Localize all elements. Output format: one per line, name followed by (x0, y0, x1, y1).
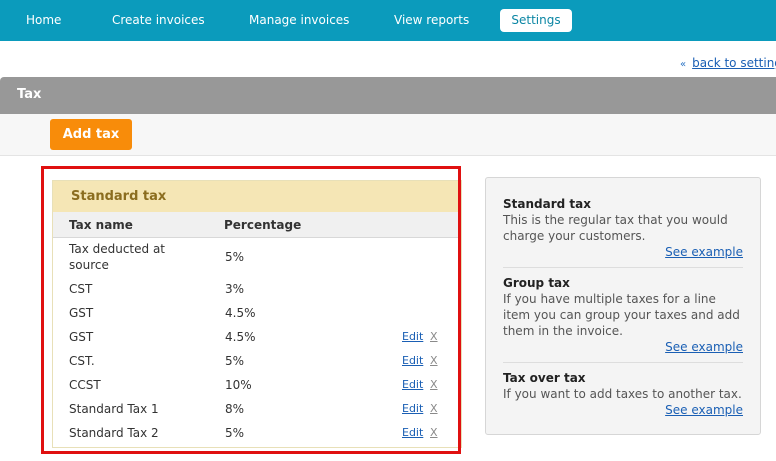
col-tax-name: Tax name (69, 218, 133, 232)
nav-create-invoices[interactable]: Create invoices (112, 13, 205, 27)
tax-name: CST. (69, 354, 95, 368)
tax-name: Standard Tax 2 (69, 426, 159, 440)
edit-link[interactable]: Edit (402, 426, 423, 439)
info-desc: This is the regular tax that you would c… (503, 213, 728, 243)
see-example-link[interactable]: See example (503, 340, 743, 354)
info-title: Group tax (503, 276, 570, 290)
edit-link[interactable]: Edit (402, 378, 423, 391)
info-title: Standard tax (503, 197, 591, 211)
see-example-link[interactable]: See example (503, 403, 743, 417)
nav-view-reports[interactable]: View reports (394, 13, 469, 27)
delete-link[interactable]: X (430, 330, 438, 343)
see-example-link[interactable]: See example (503, 245, 743, 259)
info-title: Tax over tax (503, 371, 586, 385)
tax-percentage: 8% (225, 402, 245, 416)
info-group-tax: Group tax If you have multiple taxes for… (503, 276, 743, 354)
info-desc: If you have multiple taxes for a line it… (503, 292, 740, 338)
divider (503, 267, 743, 268)
tax-name: Tax deducted at source (69, 242, 166, 272)
tax-percentage: 10% (225, 378, 252, 392)
section-header: Tax (0, 77, 776, 114)
nav-settings[interactable]: Settings (500, 9, 572, 32)
col-percentage: Percentage (224, 218, 302, 232)
tax-percentage: 5% (225, 354, 245, 368)
info-desc: If you want to add taxes to another tax. (503, 387, 742, 401)
table-header: Tax name Percentage (53, 212, 461, 238)
standard-tax-header: Standard tax (53, 181, 461, 212)
tax-name: CST (69, 282, 93, 296)
standard-tax-title: Standard tax (71, 189, 167, 204)
tax-name: GST (69, 330, 94, 344)
tax-name: CCST (69, 378, 101, 392)
tax-percentage: 3% (225, 282, 245, 296)
tax-percentage: 4.5% (225, 330, 256, 344)
tax-percentage: 4.5% (225, 306, 256, 320)
delete-link[interactable]: X (430, 426, 438, 439)
back-link-label[interactable]: back to settings (692, 56, 776, 70)
delete-link[interactable]: X (430, 354, 438, 367)
divider (503, 362, 743, 363)
edit-link[interactable]: Edit (402, 330, 423, 343)
delete-link[interactable]: X (430, 378, 438, 391)
edit-link[interactable]: Edit (402, 354, 423, 367)
page-title: Tax (17, 87, 42, 102)
tax-percentage: 5% (225, 250, 245, 264)
info-tax-over-tax: Tax over tax If you want to add taxes to… (503, 371, 743, 417)
info-standard-tax: Standard tax This is the regular tax tha… (503, 197, 743, 259)
top-nav: Home Create invoices Manage invoices Vie… (0, 0, 776, 41)
nav-manage-invoices[interactable]: Manage invoices (249, 13, 349, 27)
tax-percentage: 5% (225, 426, 245, 440)
tax-name: GST (69, 306, 94, 320)
standard-tax-box: Standard tax Tax name Percentage Tax ded… (52, 180, 462, 448)
add-tax-button[interactable]: Add tax (50, 119, 132, 150)
back-to-settings-link[interactable]: « back to settings (680, 56, 776, 70)
double-chevron-left-icon: « (680, 59, 687, 70)
delete-link[interactable]: X (430, 402, 438, 415)
nav-home[interactable]: Home (26, 13, 61, 27)
info-panel: Standard tax This is the regular tax tha… (485, 177, 761, 435)
edit-link[interactable]: Edit (402, 402, 423, 415)
tax-name: Standard Tax 1 (69, 402, 159, 416)
